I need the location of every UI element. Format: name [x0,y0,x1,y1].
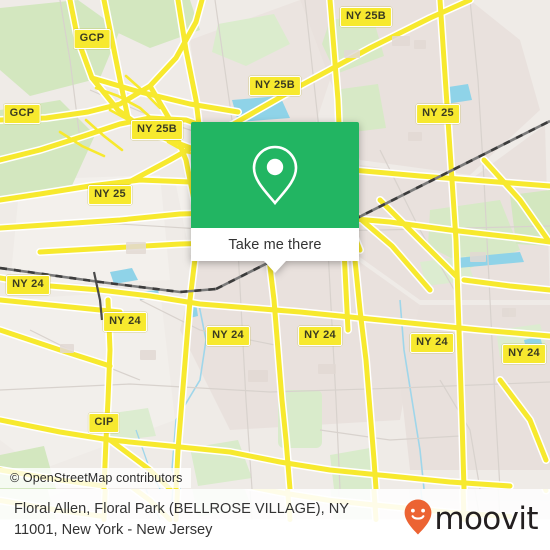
address-block: Floral Allen, Floral Park (BELLROSE VILL… [14,499,349,540]
moovit-wordmark: moovit [434,501,538,537]
road-shield: NY 25 [416,104,460,124]
road-shield: NY 24 [6,275,50,295]
screenshot-root: NY 25B NY 25B GCP NY 25 NY 25B GCP NY 25 NY 24 N… [0,0,550,550]
bottom-info-bar: Floral Allen, Floral Park (BELLROSE VILL… [0,489,550,550]
road-shield: NY 24 [206,326,250,346]
popup-header [191,122,359,228]
moovit-logo[interactable]: moovit [403,498,539,541]
map-canvas[interactable]: NY 25B NY 25B GCP NY 25 NY 25B GCP NY 25 NY 24 N… [0,0,550,489]
location-popup-card[interactable]: Take me there [191,122,359,273]
road-shield: GCP [73,29,111,49]
address-line-2: 11001, New York - New Jersey [14,521,213,538]
road-shield: NY 24 [410,333,454,353]
road-shield: NY 24 [103,312,147,332]
moovit-pin-icon [403,498,433,541]
road-shield: NY 25B [248,76,302,96]
road-shield: GCP [3,104,41,124]
address-line-1: Floral Allen, Floral Park (BELLROSE VILL… [14,500,349,517]
road-shield: NY 25B [130,120,184,140]
road-shield: NY 24 [502,344,546,364]
road-shield: NY 25 [88,185,132,205]
road-shield: CIP [88,413,120,433]
road-shield: NY 25B [339,7,393,27]
map-pin-icon [249,143,301,207]
take-me-there-button[interactable]: Take me there [191,228,359,261]
popup-pointer-tail [264,261,286,273]
road-shield: NY 24 [298,326,342,346]
take-me-there-label: Take me there [228,236,322,253]
